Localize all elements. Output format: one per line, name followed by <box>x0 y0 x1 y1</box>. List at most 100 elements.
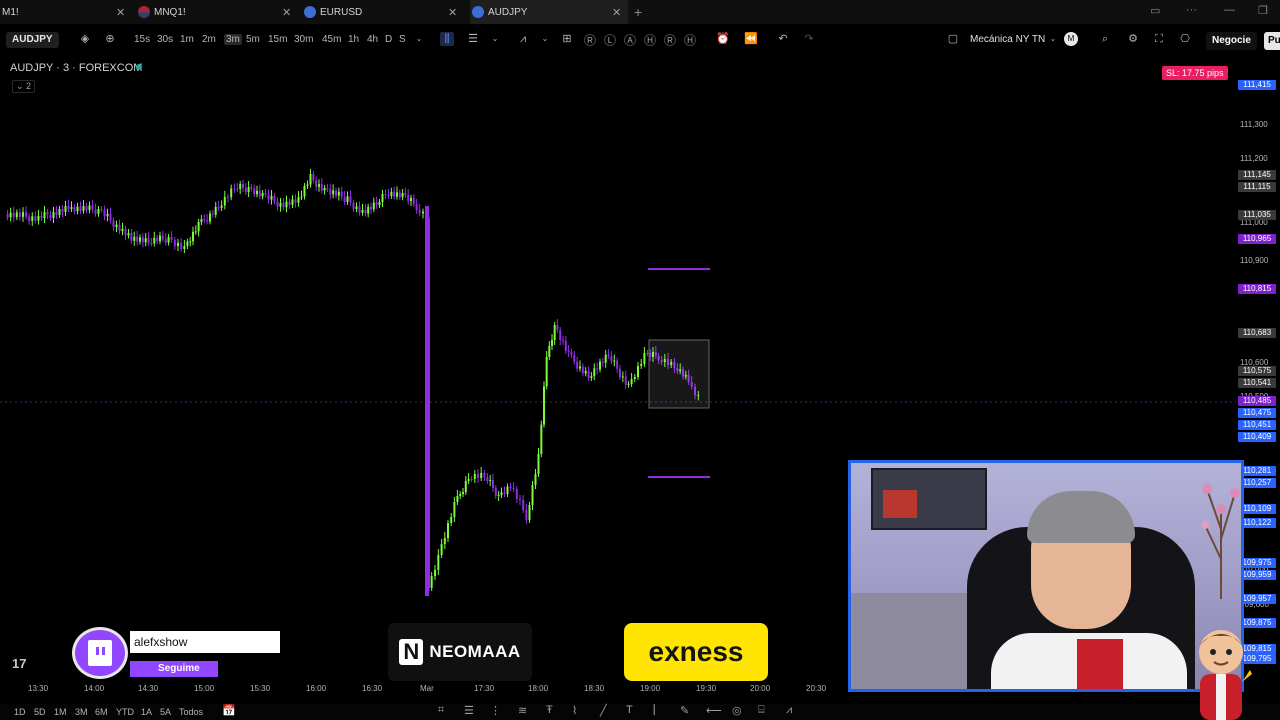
interval-45m[interactable]: 45m <box>322 34 341 45</box>
indicator-toggle-r[interactable]: R <box>584 34 596 46</box>
vertical-line-icon[interactable]: ⎸ <box>654 704 665 717</box>
interval-S[interactable]: S <box>399 34 406 45</box>
target-icon[interactable]: ◎ <box>732 704 742 717</box>
candle-body <box>12 212 15 218</box>
range-todos[interactable]: Todos <box>179 707 203 717</box>
drawing-tool-icon[interactable]: ⌗ <box>438 704 444 717</box>
interval-1m[interactable]: 1m <box>180 34 194 45</box>
browser-tab-eurusd[interactable]: EURUSD ✕ <box>304 0 462 24</box>
close-icon[interactable]: ✕ <box>116 6 125 19</box>
chevron-down-icon[interactable]: ⌄ <box>488 32 502 46</box>
interval-3m[interactable]: 3m <box>224 34 242 45</box>
measure-icon[interactable]: ⌸ <box>758 704 765 717</box>
cast-icon[interactable]: ▭ <box>1150 4 1160 17</box>
avatar[interactable]: M <box>1064 32 1078 46</box>
text-tool-icon[interactable]: T <box>626 704 633 716</box>
minimize-icon[interactable]: — <box>1224 4 1235 16</box>
range-5a[interactable]: 5A <box>160 707 171 717</box>
browser-tab-audjpy[interactable]: AUDJPY ✕ <box>470 0 628 24</box>
range-6m[interactable]: 6M <box>95 707 108 717</box>
settings-icon[interactable]: ⚙ <box>1126 32 1140 46</box>
trade-button[interactable]: Negocie <box>1206 32 1257 50</box>
candle-body <box>300 196 303 198</box>
chevron-down-icon[interactable]: ⌄ <box>1046 32 1060 46</box>
text-tool-icon[interactable]: Ŧ <box>546 704 553 716</box>
interval-30s[interactable]: 30s <box>157 34 173 45</box>
layout-name[interactable]: Mecánica NY TN <box>970 34 1045 45</box>
replay-icon[interactable]: ⏪ <box>744 32 758 46</box>
time-tick-label: Mar <box>420 684 434 693</box>
interval-5m[interactable]: 5m <box>246 34 260 45</box>
interval-15m[interactable]: 15m <box>268 34 287 45</box>
camera-icon[interactable]: ⎔ <box>1178 32 1192 46</box>
drawing-tool-icon[interactable]: ⋮ <box>490 704 501 717</box>
candle-body <box>109 213 112 221</box>
candle-body <box>464 481 467 492</box>
candle-body <box>282 203 285 208</box>
interval-15s[interactable]: 15s <box>134 34 150 45</box>
candle-body <box>437 555 440 570</box>
neomaaa-logo: N NEOMAAA <box>388 623 532 681</box>
candle-body <box>130 233 133 241</box>
interval-4h[interactable]: 4h <box>367 34 378 45</box>
compare-icon[interactable]: ◈ <box>78 32 92 46</box>
range-3m[interactable]: 3M <box>75 707 88 717</box>
indicator-toggle-h[interactable]: H <box>684 34 696 46</box>
alert-icon[interactable]: ⏰ <box>716 32 730 46</box>
interval-1h[interactable]: 1h <box>348 34 359 45</box>
indicator-toggle-l[interactable]: L <box>604 34 616 46</box>
range-1m[interactable]: 1M <box>54 707 67 717</box>
more-icon[interactable]: ··· <box>1186 4 1197 16</box>
candle-body <box>220 205 223 208</box>
interval-30m[interactable]: 30m <box>294 34 313 45</box>
chevron-down-icon[interactable]: ⌄ <box>538 32 552 46</box>
candle-body <box>147 238 150 243</box>
brush-icon[interactable]: ✎ <box>680 704 689 717</box>
drawing-tool-icon[interactable]: ≋ <box>518 704 527 717</box>
close-icon[interactable]: ✕ <box>612 6 621 19</box>
quick-search-icon[interactable]: ⌕ <box>1098 32 1112 46</box>
line-tool-icon[interactable]: ╱ <box>600 704 607 717</box>
us-flag-icon <box>138 6 150 18</box>
browser-tab-mnq-partial[interactable]: M1! ✕ <box>0 0 128 24</box>
fullscreen-icon[interactable]: ⛶ <box>1152 32 1166 46</box>
neomaaa-wordmark: NEOMAAA <box>429 642 521 661</box>
calendar-icon[interactable]: 📅 <box>222 704 236 717</box>
candle-body <box>519 499 521 500</box>
publish-button[interactable]: Pu <box>1264 32 1280 50</box>
indicator-toggle-a[interactable]: A <box>624 34 636 46</box>
range-5d[interactable]: 5D <box>34 707 46 717</box>
symbol-search-button[interactable]: AUDJPY <box>6 32 59 48</box>
candle-body <box>37 216 40 221</box>
candle-body <box>584 371 587 374</box>
close-icon[interactable]: ✕ <box>282 6 291 19</box>
candle-body <box>121 228 124 232</box>
layout-icon[interactable]: ▢ <box>946 32 960 46</box>
candles-icon[interactable]: ⫼ <box>440 32 454 46</box>
add-symbol-icon[interactable]: ⊕ <box>103 32 117 46</box>
indicator-toggle-h[interactable]: H <box>644 34 656 46</box>
candle-body <box>567 351 570 352</box>
new-tab-icon[interactable]: + <box>634 4 642 20</box>
drawing-tool-icon[interactable]: ☰ <box>464 704 474 717</box>
trend-icon[interactable]: ⩘ <box>786 704 792 717</box>
pattern-tool-icon[interactable]: ⌇ <box>572 704 577 717</box>
browser-tab-mnq[interactable]: MNQ1! ✕ <box>138 0 296 24</box>
range-1d[interactable]: 1D <box>14 707 26 717</box>
restore-icon[interactable]: ❐ <box>1258 4 1268 17</box>
range-box[interactable] <box>648 339 710 409</box>
interval-2m[interactable]: 2m <box>202 34 216 45</box>
undo-icon[interactable]: ↶ <box>776 32 790 46</box>
indicator-collapse-toggle[interactable]: ⌄ 2 <box>12 80 36 93</box>
bar-type-icon[interactable]: ☰ <box>466 32 480 46</box>
range-1a[interactable]: 1A <box>141 707 152 717</box>
close-icon[interactable]: ✕ <box>448 6 457 19</box>
chevron-down-icon[interactable]: ⌄ <box>412 32 426 46</box>
indicators-icon[interactable]: ⩘ <box>516 32 530 46</box>
templates-icon[interactable]: ⊞ <box>560 32 574 46</box>
indicator-toggle-r[interactable]: R <box>664 34 676 46</box>
interval-D[interactable]: D <box>385 34 392 45</box>
range-ytd[interactable]: YTD <box>116 707 134 717</box>
redo-icon[interactable]: ↷ <box>802 32 816 46</box>
horizontal-line-icon[interactable]: ⟵ <box>706 704 722 717</box>
